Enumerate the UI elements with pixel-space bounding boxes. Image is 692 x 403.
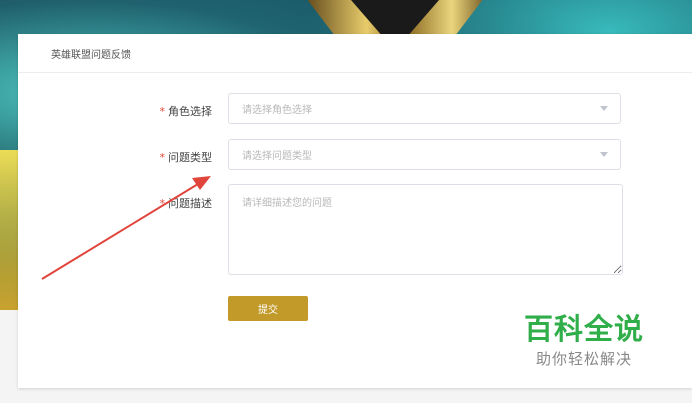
issue-type-select[interactable]: 请选择问题类型: [228, 139, 621, 170]
chevron-down-icon: [600, 152, 608, 157]
issue-type-label: * 问题类型: [158, 149, 213, 165]
watermark-subtitle: 助你轻松解决: [535, 350, 632, 368]
description-textarea[interactable]: [228, 184, 623, 275]
watermark-title: 百科全说: [523, 312, 644, 346]
issue-type-select-placeholder: 请选择问题类型: [242, 151, 312, 162]
submit-button[interactable]: 提交: [228, 296, 308, 321]
description-label: * 问题描述: [158, 195, 213, 211]
required-mark: *: [159, 151, 166, 164]
role-label-text: 角色选择: [168, 105, 212, 118]
required-mark: *: [159, 197, 166, 210]
description-label-text: 问题描述: [168, 197, 212, 210]
card-header: 英雄联盟问题反馈: [18, 34, 692, 73]
issue-type-label-text: 问题类型: [168, 151, 212, 164]
role-label: * 角色选择: [158, 103, 213, 119]
required-mark: *: [159, 105, 166, 118]
form-title: 英雄联盟问题反馈: [51, 49, 131, 61]
role-select-placeholder: 请选择角色选择: [242, 105, 312, 116]
watermark: 百科全说 助你轻松解决: [524, 312, 644, 369]
role-select[interactable]: 请选择角色选择: [228, 93, 621, 124]
chevron-down-icon: [600, 106, 608, 111]
